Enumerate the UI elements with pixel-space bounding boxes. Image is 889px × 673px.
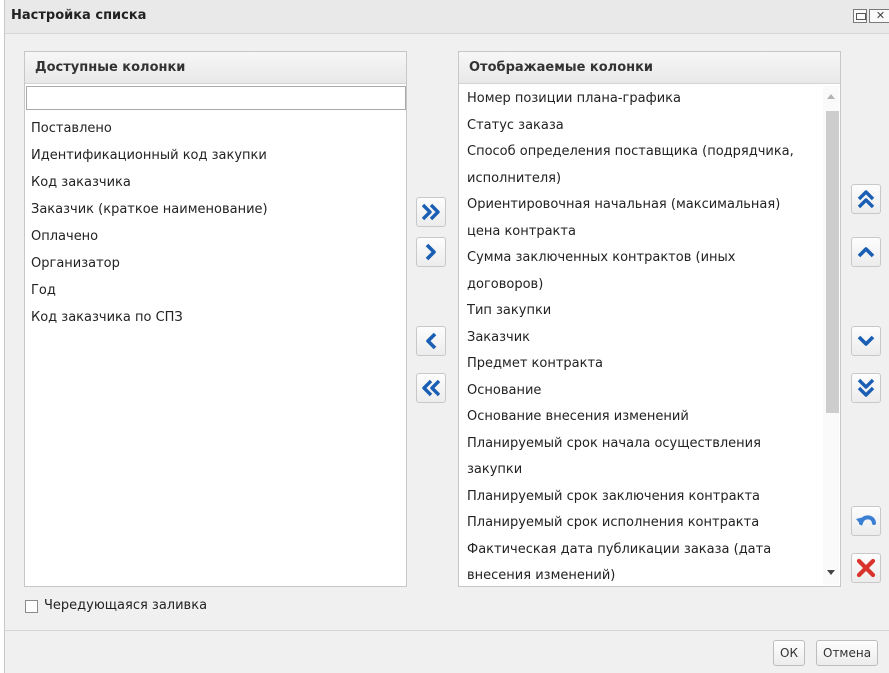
double-chevron-up-icon <box>857 190 875 209</box>
list-item[interactable]: Сумма заключенных контрактов (иных <box>459 245 822 272</box>
list-item[interactable]: Фактическая дата публикации заказа (дата <box>459 537 822 564</box>
list-item[interactable]: Предмет контракта <box>459 351 822 378</box>
list-item[interactable]: Способ определения поставщика (подрядчик… <box>459 139 822 166</box>
list-item[interactable]: Планируемый срок начала осуществления <box>459 431 822 458</box>
list-item[interactable]: Планируемый срок исполнения контракта <box>459 510 822 537</box>
displayed-columns-list: Номер позиции плана-графика Статус заказа… <box>459 86 822 590</box>
list-item[interactable]: исполнителя) <box>459 166 822 193</box>
chevron-down-icon <box>857 335 875 346</box>
chevron-right-icon <box>425 243 436 261</box>
dialog-title: Настройка списка <box>11 8 147 23</box>
move-right-button[interactable] <box>416 237 446 267</box>
list-item[interactable]: Заказчик <box>459 325 822 352</box>
double-chevron-right-icon <box>421 203 440 221</box>
move-left-button[interactable] <box>416 326 446 356</box>
list-item[interactable]: Номер позиции плана-графика <box>459 86 822 113</box>
chevron-left-icon <box>426 332 437 350</box>
list-item[interactable]: Код заказчика <box>25 169 406 196</box>
list-item[interactable]: Основание внесения изменений <box>459 404 822 431</box>
double-chevron-left-icon <box>422 379 441 397</box>
move-down-button[interactable] <box>851 326 881 356</box>
list-item[interactable]: договоров) <box>459 272 822 299</box>
list-item[interactable]: Статус заказа <box>459 113 822 140</box>
chevron-up-icon <box>857 247 875 258</box>
restore-window-icon[interactable] <box>853 9 867 23</box>
available-columns-panel: Доступные колонки Поставлено Идентификаци… <box>24 51 407 587</box>
dialog-footer: ОК Отмена <box>5 630 889 673</box>
available-columns-list: Поставлено Идентификационный код закупки К… <box>25 115 406 331</box>
list-item[interactable]: закупки <box>459 457 822 484</box>
alternating-fill-checkbox[interactable] <box>25 600 38 613</box>
cancel-button[interactable]: Отмена <box>816 640 878 666</box>
displayed-columns-panel: Отображаемые колонки Номер позиции плана… <box>458 51 841 587</box>
displayed-columns-header: Отображаемые колонки <box>459 52 840 84</box>
dialog-titlebar: Настройка списка ✕ <box>5 0 889 34</box>
scroll-down-icon[interactable] <box>827 570 835 575</box>
available-columns-filter-input[interactable] <box>26 86 406 110</box>
reset-order-button[interactable] <box>851 506 881 536</box>
available-columns-header: Доступные колонки <box>25 52 406 84</box>
move-to-top-button[interactable] <box>851 184 881 214</box>
alternating-fill-label: Чередующаяся заливка <box>44 598 208 613</box>
move-all-left-button[interactable] <box>416 373 446 403</box>
list-item[interactable]: Идентификационный код закупки <box>25 142 406 169</box>
close-window-icon[interactable]: ✕ <box>869 9 889 23</box>
move-up-button[interactable] <box>851 237 881 267</box>
undo-arrow-icon <box>856 515 876 526</box>
list-item[interactable]: Организатор <box>25 250 406 277</box>
list-item[interactable]: Код заказчика по СПЗ <box>25 304 406 331</box>
move-to-bottom-button[interactable] <box>851 373 881 403</box>
list-item[interactable]: Основание <box>459 378 822 405</box>
list-item[interactable]: цена контракта <box>459 219 822 246</box>
remove-column-button[interactable] <box>851 553 881 583</box>
list-item[interactable]: внесения изменений) <box>459 563 822 590</box>
double-chevron-down-icon <box>857 378 875 397</box>
list-item[interactable]: Заказчик (краткое наименование) <box>25 196 406 223</box>
scroll-thumb[interactable] <box>826 111 839 413</box>
list-settings-dialog: Настройка списка ✕ Доступные колонки Пос… <box>4 0 889 673</box>
ok-button[interactable]: ОК <box>773 640 805 666</box>
list-item[interactable]: Ориентировочная начальная (максимальная) <box>459 192 822 219</box>
list-item[interactable]: Планируемый срок заключения контракта <box>459 484 822 511</box>
list-item[interactable]: Тип закупки <box>459 298 822 325</box>
list-item[interactable]: Год <box>25 277 406 304</box>
delete-cross-icon <box>856 558 876 578</box>
list-item[interactable]: Поставлено <box>25 115 406 142</box>
displayed-columns-scrollbar[interactable] <box>823 86 839 585</box>
list-item[interactable]: Оплачено <box>25 223 406 250</box>
scroll-up-icon[interactable] <box>827 94 835 99</box>
move-all-right-button[interactable] <box>416 197 446 227</box>
